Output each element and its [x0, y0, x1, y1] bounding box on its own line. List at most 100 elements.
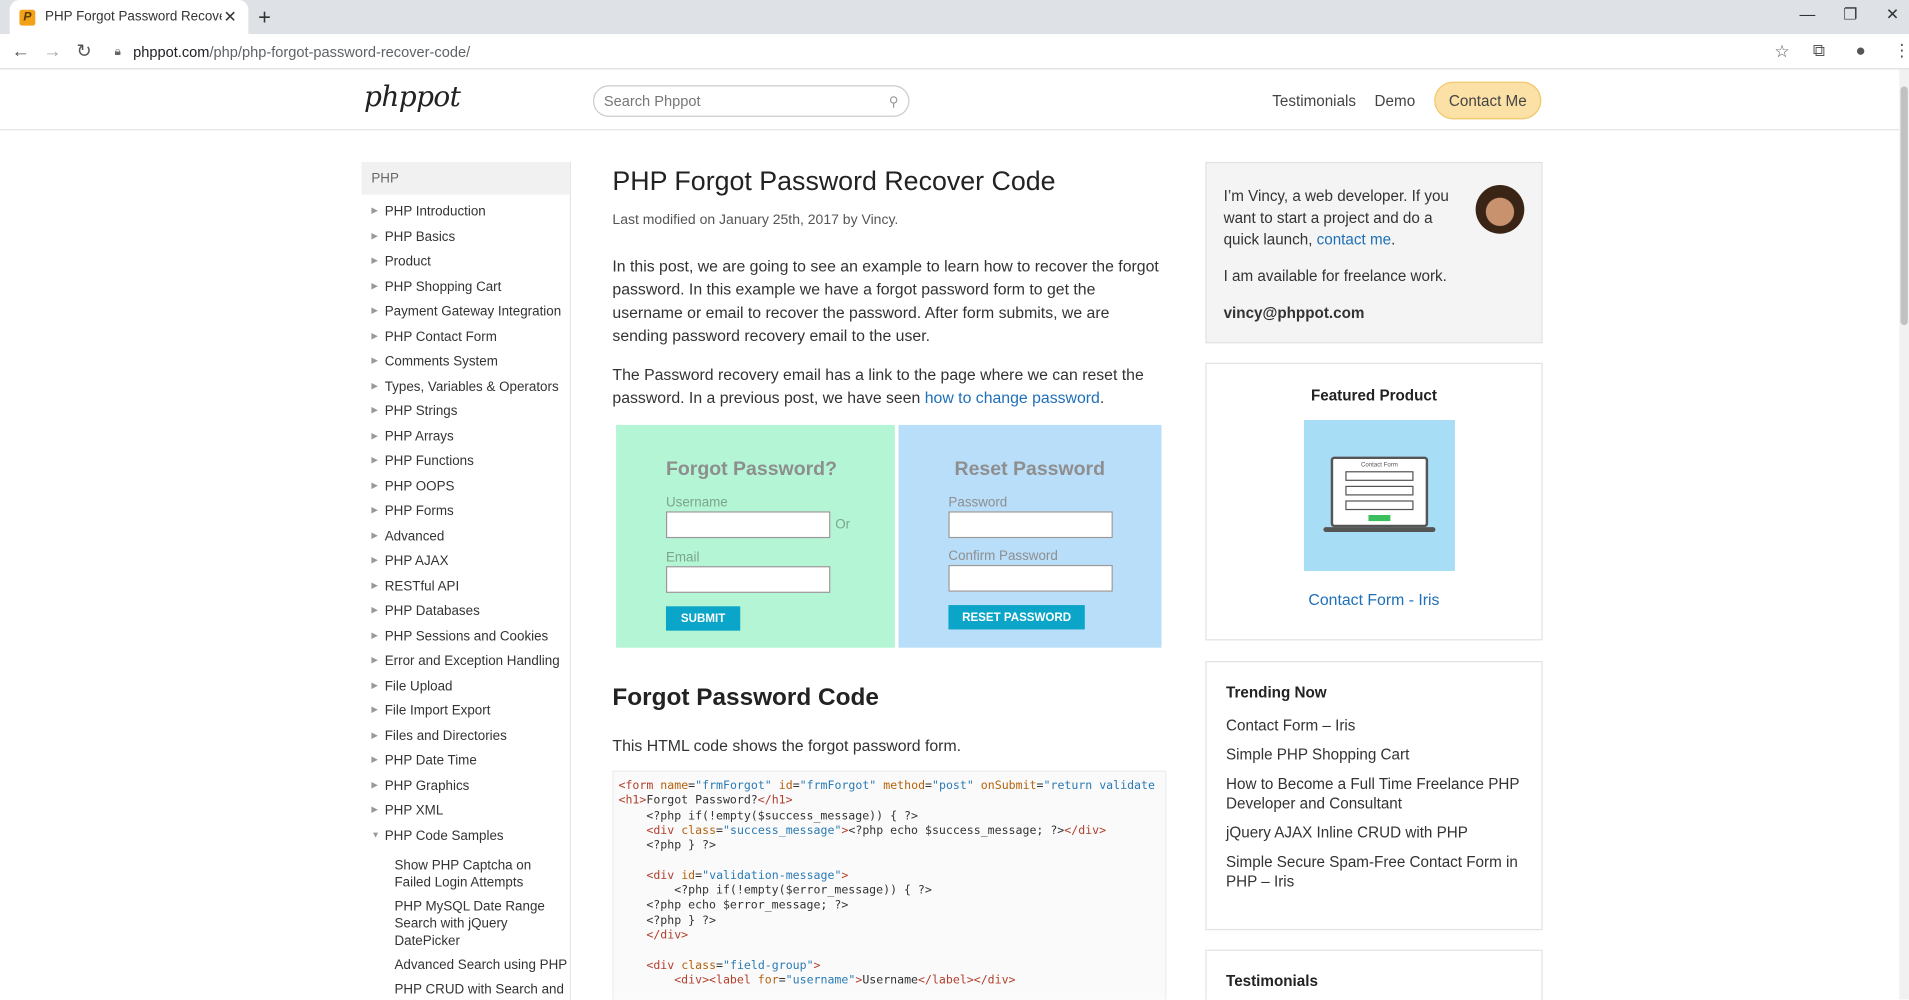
featured-product-link[interactable]: Contact Form - Iris — [1207, 590, 1542, 608]
sidebar-item[interactable]: ▶ PHP Basics — [371, 225, 569, 250]
trending-link[interactable]: How to Become a Full Time Freelance PHP … — [1226, 774, 1522, 813]
caret-right-icon: ▶ — [371, 531, 378, 540]
sidebar-item[interactable]: ▶ Error and Exception Handling — [371, 649, 569, 674]
sidebar-item[interactable]: ▶ PHP Introduction — [371, 200, 569, 225]
laptop-base — [1323, 527, 1436, 533]
tab-close-icon[interactable]: ✕ — [222, 7, 239, 26]
sidebar-item[interactable]: ▶ Files and Directories — [371, 724, 569, 749]
sidebar-list: ▶ PHP Introduction ▶ PHP Basics ▶ Product ▶ PHP… — [362, 200, 570, 1000]
close-window-icon[interactable]: ✕ — [1886, 5, 1899, 24]
sidebar-item-label: PHP Introduction — [384, 204, 486, 220]
caret-right-icon: ▶ — [371, 281, 378, 291]
sidebar-item[interactable]: ▶ PHP Graphics — [371, 774, 569, 799]
sidebar-item[interactable]: ▶ PHP XML — [371, 799, 569, 824]
sidebar-item[interactable]: ▶ Types, Variables & Operators — [371, 374, 569, 399]
url-host: phppot.com — [133, 43, 210, 61]
demo-screenshot: Forgot Password? Username Or Email SUBMI… — [616, 424, 1163, 649]
sidebar-item[interactable]: ▶ PHP OOPS — [371, 474, 569, 499]
lock-icon: 🔒︎ — [114, 45, 121, 59]
caret-right-icon: ▶ — [371, 581, 378, 590]
sidebar-item-label: Payment Gateway Integration — [384, 304, 562, 319]
sidebar-subitem[interactable]: PHP MySQL Date Range Search with jQuery … — [394, 895, 569, 953]
reload-icon[interactable]: ↻ — [68, 40, 100, 62]
nav-testimonials-link[interactable]: Testimonials — [1272, 93, 1356, 110]
second-paragraph: The Password recovery email has a link t… — [612, 363, 1166, 409]
laptop-illustration: Contact Form — [1330, 456, 1429, 528]
sidebar-item[interactable]: ▶ Payment Gateway Integration — [371, 300, 569, 325]
trending-link[interactable]: Contact Form – Iris — [1226, 716, 1522, 735]
trending-link[interactable]: jQuery AJAX Inline CRUD with PHP — [1226, 823, 1522, 842]
caret-right-icon: ▶ — [371, 781, 378, 790]
contact-me-link[interactable]: contact me — [1317, 231, 1391, 248]
contact-me-button[interactable]: Contact Me — [1434, 81, 1542, 120]
sidebar-item-label: File Import Export — [384, 703, 491, 719]
minimize-icon[interactable]: — — [1799, 5, 1815, 23]
caret-right-icon: ▶ — [371, 256, 378, 266]
sidebar-item[interactable]: ▶ PHP Shopping Cart — [371, 275, 569, 300]
sidebar-subitem[interactable]: Show PHP Captcha on Failed Login Attempt… — [394, 853, 569, 894]
sidebar-item[interactable]: ▶ PHP Date Time — [371, 749, 569, 774]
caret-right-icon: ▶ — [371, 381, 378, 391]
avatar — [1475, 185, 1525, 234]
caret-right-icon: ▶ — [371, 356, 378, 366]
sidebar-item-label: PHP XML — [384, 803, 444, 819]
sidebar-item-label: Advanced — [384, 529, 445, 544]
site-logo[interactable]: phppot — [364, 82, 461, 114]
forward-icon[interactable]: → — [37, 41, 69, 62]
trending-card: Trending Now Contact Form – Iris Simple P… — [1205, 661, 1543, 931]
back-icon[interactable]: ← — [5, 41, 37, 62]
sidebar-item-label: PHP Sessions and Cookies — [384, 628, 549, 644]
sidebar-item[interactable]: ▶ PHP Arrays — [371, 424, 569, 449]
sidebar-item[interactable]: ▶ PHP Databases — [371, 599, 569, 624]
page-scrollbar[interactable] — [1899, 69, 1909, 1000]
sidebar-item[interactable]: ▶ File Import Export — [371, 699, 569, 724]
sidebar-subitem[interactable]: Advanced Search using PHP — [394, 953, 569, 977]
sidebar-item-label: PHP OOPS — [384, 479, 455, 494]
sidebar-item-label: Files and Directories — [384, 728, 507, 744]
restore-icon[interactable]: ❐ — [1843, 5, 1857, 24]
sidebar-subitem[interactable]: PHP CRUD with Search and Pagination — [394, 978, 569, 1000]
profile-icon[interactable]: ● — [1855, 40, 1865, 59]
sidebar-item[interactable]: ▶ PHP Sessions and Cookies — [371, 624, 569, 649]
search-input[interactable]: Search Phppot ⚲ — [592, 85, 910, 117]
code-block[interactable]: <form name="frmForgot" id="frmForgot" me… — [612, 770, 1167, 1000]
trending-link[interactable]: Simple PHP Shopping Cart — [1226, 745, 1522, 764]
scrollbar-thumb[interactable] — [1900, 86, 1908, 326]
trending-link[interactable]: Simple Secure Spam-Free Contact Form in … — [1226, 852, 1522, 891]
sidebar-item[interactable]: ▼ PHP Code Samples — [371, 824, 569, 849]
article: PHP Forgot Password Recover Code Last mo… — [612, 162, 1167, 1000]
article-title: PHP Forgot Password Recover Code — [612, 165, 1056, 197]
menu-icon[interactable]: ⋮ — [1893, 40, 1909, 61]
caret-right-icon: ▶ — [371, 706, 378, 715]
bookmark-star-icon[interactable]: ☆ — [1774, 41, 1789, 62]
search-icon[interactable]: ⚲ — [889, 93, 899, 109]
sidebar-item[interactable]: ▶ PHP Strings — [371, 399, 569, 424]
change-password-link[interactable]: how to change password — [925, 388, 1100, 406]
form-button-graphic — [1368, 515, 1391, 522]
sidebar-item-label: PHP Contact Form — [384, 329, 497, 344]
sidebar-item[interactable]: ▶ PHP Functions — [371, 449, 569, 474]
availability-text: I am available for freelance work. — [1223, 267, 1447, 285]
sidebar-item[interactable]: ▶ PHP Contact Form — [371, 324, 569, 349]
sidebar-item-label: Product — [384, 254, 431, 270]
browser-tab[interactable]: P PHP Forgot Password Recover Co ✕ — [9, 0, 249, 35]
sidebar-item[interactable]: ▶ File Upload — [371, 674, 569, 699]
featured-product-title: Featured Product — [1310, 387, 1437, 405]
nav-demo-link[interactable]: Demo — [1375, 93, 1416, 110]
sidebar-item[interactable]: ▶ RESTful API — [371, 574, 569, 599]
sidebar-item[interactable]: ▶ Advanced — [371, 524, 569, 549]
caret-right-icon: ▶ — [371, 331, 378, 341]
trending-list: Contact Form – Iris Simple PHP Shopping C… — [1226, 716, 1522, 891]
sidebar-item[interactable]: ▶ Product — [371, 250, 569, 275]
new-tab-icon[interactable]: + — [258, 5, 271, 31]
sidebar-item-label: PHP AJAX — [384, 553, 449, 569]
section-paragraph: This HTML code shows the forgot password… — [612, 736, 962, 755]
sidebar-item[interactable]: ▶ Comments System — [371, 349, 569, 374]
sidebar-item[interactable]: ▶ PHP Forms — [371, 499, 569, 524]
sidebar-item[interactable]: ▶ PHP AJAX — [371, 549, 569, 574]
forgot-password-title: Forgot Password? — [665, 458, 837, 480]
extension-icon[interactable]: ⧉ — [1813, 40, 1825, 61]
product-image[interactable]: Contact Form — [1303, 420, 1455, 572]
address-bar[interactable]: 🔒︎ phppot.com/php/php-forgot-password-re… — [110, 38, 1797, 66]
sidebar-item-label: PHP Shopping Cart — [384, 279, 502, 295]
